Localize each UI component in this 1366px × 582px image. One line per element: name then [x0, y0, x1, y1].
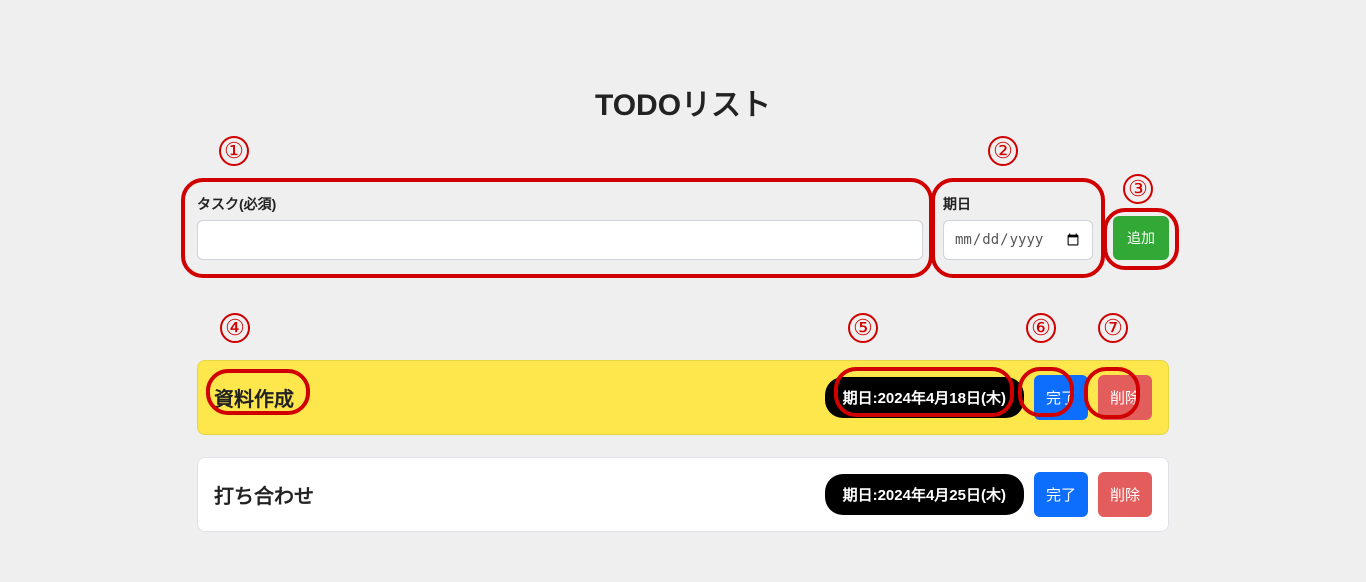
- date-input[interactable]: [943, 220, 1093, 260]
- done-button[interactable]: 完了: [1034, 472, 1088, 517]
- task-item: ④ ⑤ ⑥ ⑦ 資料作成 期日:2024年4月18日(木) 完了 削除: [197, 360, 1169, 435]
- task-list: ④ ⑤ ⑥ ⑦ 資料作成 期日:2024年4月18日(木) 完了 削除 打ち合わ…: [197, 360, 1169, 532]
- delete-button[interactable]: 削除: [1098, 375, 1152, 420]
- annotation-3: ③: [1123, 174, 1153, 204]
- page-title: TODOリスト: [197, 80, 1169, 124]
- task-due-date: 期日:2024年4月18日(木): [825, 377, 1024, 418]
- annotation-6: ⑥: [1026, 313, 1056, 343]
- done-button[interactable]: 完了: [1034, 375, 1088, 420]
- task-label: タスク(必須): [197, 194, 923, 214]
- annotation-5: ⑤: [848, 313, 878, 343]
- add-task-form: ① タスク(必須) ② 期日 ③ 追加: [197, 194, 1169, 260]
- task-due-date: 期日:2024年4月25日(木): [825, 474, 1024, 515]
- task-item: 打ち合わせ 期日:2024年4月25日(木) 完了 削除: [197, 457, 1169, 532]
- date-label: 期日: [943, 194, 1093, 214]
- add-button[interactable]: 追加: [1113, 216, 1169, 260]
- task-title: 打ち合わせ: [214, 480, 815, 509]
- annotation-4: ④: [220, 313, 250, 343]
- delete-button[interactable]: 削除: [1098, 472, 1152, 517]
- annotation-2: ②: [988, 136, 1018, 166]
- annotation-7: ⑦: [1098, 313, 1128, 343]
- annotation-1: ①: [219, 136, 249, 166]
- task-input[interactable]: [197, 220, 923, 260]
- task-title: 資料作成: [214, 383, 815, 412]
